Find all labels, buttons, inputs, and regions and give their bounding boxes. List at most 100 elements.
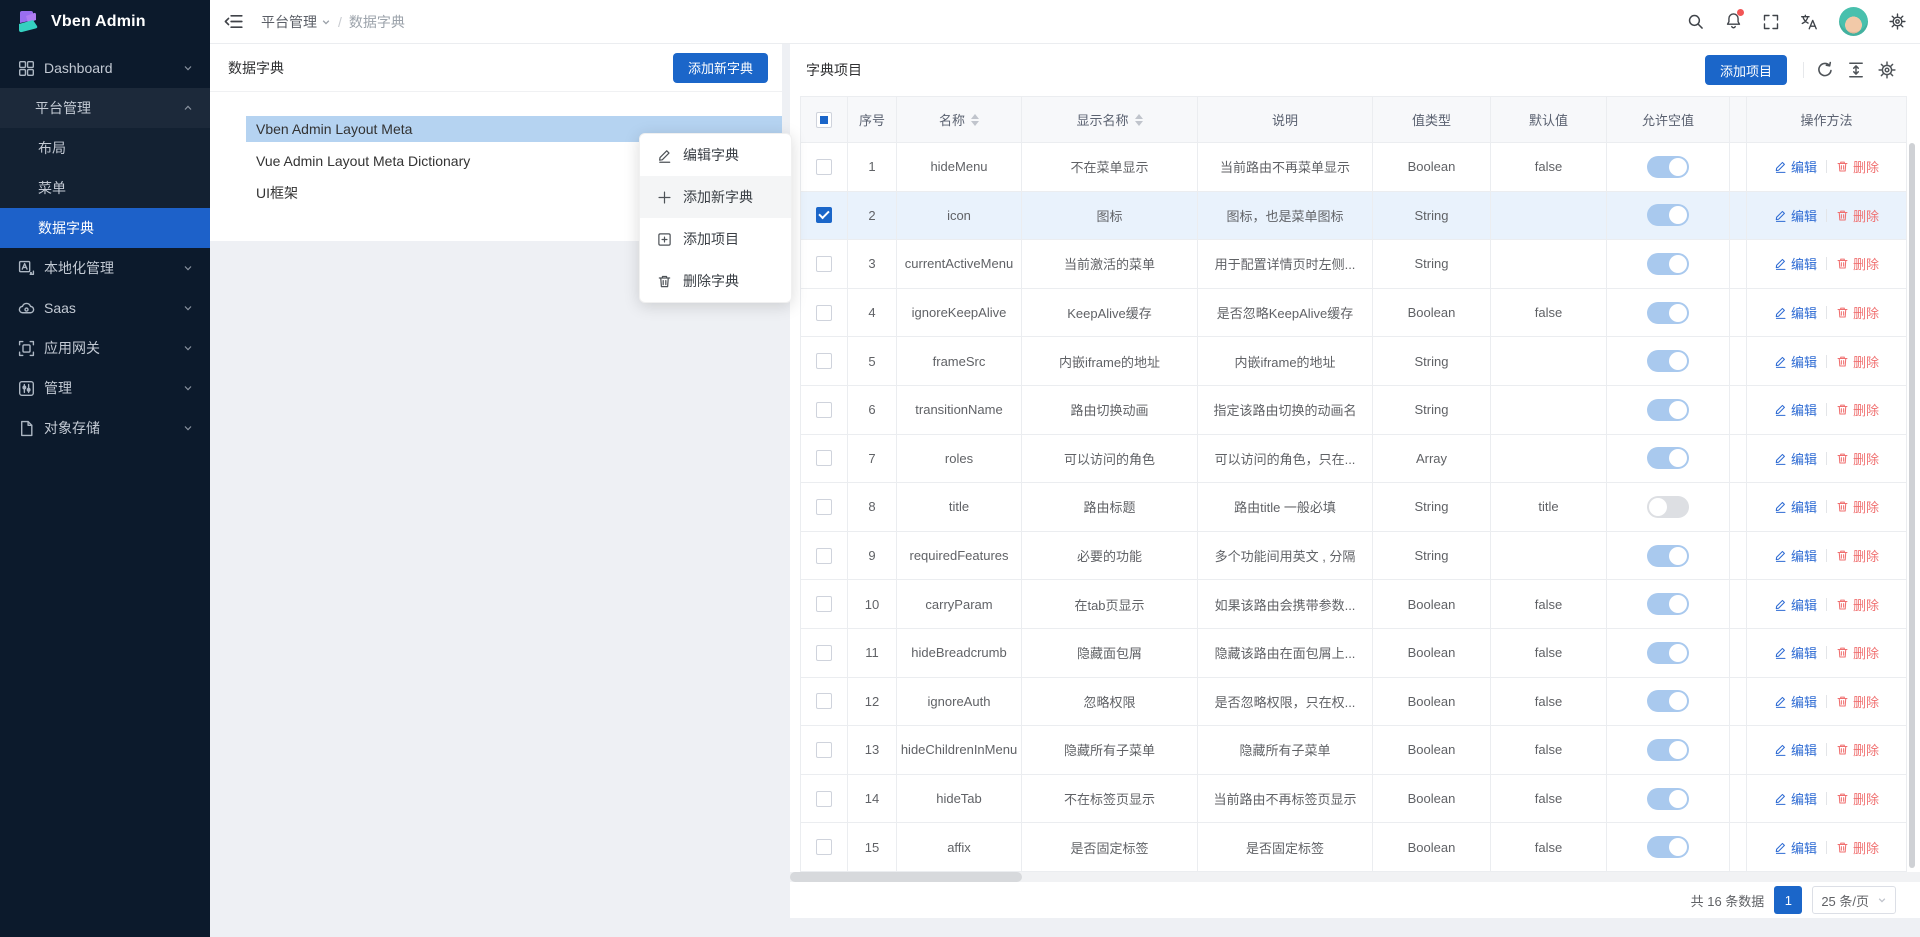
edit-link[interactable]: 编辑 <box>1774 789 1817 808</box>
page-size-select[interactable]: 25 条/页 <box>1812 886 1896 914</box>
delete-link[interactable]: 删除 <box>1836 352 1879 371</box>
edit-link[interactable]: 编辑 <box>1774 400 1817 419</box>
row-height-icon[interactable] <box>1847 61 1865 79</box>
row-checkbox[interactable] <box>816 693 832 709</box>
edit-link[interactable]: 编辑 <box>1774 303 1817 322</box>
row-checkbox[interactable] <box>816 548 832 564</box>
sidebar-item-dashboard[interactable]: Dashboard <box>0 48 210 88</box>
delete-link[interactable]: 删除 <box>1836 692 1879 711</box>
edit-link[interactable]: 编辑 <box>1774 546 1817 565</box>
context-menu-item-label: 删除字典 <box>683 271 739 291</box>
edit-link[interactable]: 编辑 <box>1774 643 1817 662</box>
nullable-toggle[interactable] <box>1647 302 1689 324</box>
refresh-icon[interactable] <box>1816 61 1834 79</box>
nullable-toggle[interactable] <box>1647 350 1689 372</box>
row-checkbox[interactable] <box>816 402 832 418</box>
delete-link[interactable]: 删除 <box>1836 449 1879 468</box>
context-menu-item[interactable]: 添加项目 <box>640 218 791 260</box>
nullable-toggle[interactable] <box>1647 253 1689 275</box>
translate-icon[interactable] <box>1800 13 1818 31</box>
edit-link[interactable]: 编辑 <box>1774 206 1817 225</box>
context-menu-item[interactable]: 编辑字典 <box>640 134 791 176</box>
delete-link[interactable]: 删除 <box>1836 206 1879 225</box>
nullable-toggle[interactable] <box>1647 545 1689 567</box>
edit-link[interactable]: 编辑 <box>1774 352 1817 371</box>
delete-link[interactable]: 删除 <box>1836 789 1879 808</box>
sidebar-item-layout[interactable]: 布局 <box>0 128 210 168</box>
edit-link[interactable]: 编辑 <box>1774 740 1817 759</box>
nullable-toggle[interactable] <box>1647 690 1689 712</box>
user-avatar[interactable] <box>1839 7 1868 36</box>
sidebar-item-data-dictionary[interactable]: 数据字典 <box>0 208 210 248</box>
row-checkbox[interactable] <box>816 645 832 661</box>
header-cell-name[interactable]: 名称 <box>897 97 1022 142</box>
sidebar-item-menu[interactable]: 菜单 <box>0 168 210 208</box>
nullable-toggle[interactable] <box>1647 593 1689 615</box>
breadcrumb-item-platform[interactable]: 平台管理 <box>261 12 331 32</box>
sidebar-item-object-storage[interactable]: 对象存储 <box>0 408 210 448</box>
nullable-toggle[interactable] <box>1647 496 1689 518</box>
nullable-toggle[interactable] <box>1647 204 1689 226</box>
notifications-button[interactable] <box>1725 12 1742 32</box>
row-checkbox[interactable] <box>816 207 832 223</box>
edit-link[interactable]: 编辑 <box>1774 254 1817 273</box>
row-checkbox[interactable] <box>816 256 832 272</box>
sidebar-item-localization[interactable]: 本地化管理 <box>0 248 210 288</box>
context-menu-item[interactable]: 添加新字典 <box>640 176 791 218</box>
row-checkbox[interactable] <box>816 305 832 321</box>
delete-link[interactable]: 删除 <box>1836 400 1879 419</box>
settings-gear-icon[interactable] <box>1889 13 1906 30</box>
edit-link[interactable]: 编辑 <box>1774 157 1817 176</box>
nullable-toggle[interactable] <box>1647 739 1689 761</box>
row-checkbox[interactable] <box>816 596 832 612</box>
edit-link[interactable]: 编辑 <box>1774 838 1817 857</box>
row-checkbox[interactable] <box>816 159 832 175</box>
add-item-button[interactable]: 添加项目 <box>1705 55 1787 85</box>
delete-link[interactable]: 删除 <box>1836 838 1879 857</box>
sidebar-item-management[interactable]: 管理 <box>0 368 210 408</box>
edit-link[interactable]: 编辑 <box>1774 497 1817 516</box>
sidebar-item-saas[interactable]: Saas <box>0 288 210 328</box>
nullable-toggle[interactable] <box>1647 788 1689 810</box>
edit-link[interactable]: 编辑 <box>1774 449 1817 468</box>
pagination-page-1-button[interactable]: 1 <box>1774 886 1802 914</box>
row-checkbox[interactable] <box>816 450 832 466</box>
row-checkbox[interactable] <box>816 742 832 758</box>
sort-icon[interactable] <box>1135 114 1143 126</box>
delete-link[interactable]: 删除 <box>1836 303 1879 322</box>
edit-link[interactable]: 编辑 <box>1774 692 1817 711</box>
delete-link[interactable]: 删除 <box>1836 546 1879 565</box>
add-dictionary-button[interactable]: 添加新字典 <box>673 53 768 83</box>
horizontal-scrollbar[interactable] <box>790 872 1920 882</box>
toggle-knob <box>1669 838 1687 856</box>
search-icon[interactable] <box>1687 13 1704 30</box>
row-checkbox[interactable] <box>816 791 832 807</box>
context-menu-item[interactable]: 删除字典 <box>640 260 791 302</box>
sort-icon[interactable] <box>971 114 979 126</box>
fullscreen-icon[interactable] <box>1763 14 1779 30</box>
nullable-toggle[interactable] <box>1647 642 1689 664</box>
sidebar-item-platform[interactable]: 平台管理 <box>0 88 210 128</box>
nullable-toggle[interactable] <box>1647 836 1689 858</box>
collapse-sidebar-icon[interactable] <box>224 12 243 31</box>
action-separator <box>1826 841 1827 854</box>
row-checkbox[interactable] <box>816 839 832 855</box>
sidebar-item-gateway[interactable]: 应用网关 <box>0 328 210 368</box>
row-checkbox[interactable] <box>816 499 832 515</box>
row-checkbox[interactable] <box>816 353 832 369</box>
horizontal-scrollbar-thumb[interactable] <box>790 872 1022 882</box>
delete-link[interactable]: 删除 <box>1836 595 1879 614</box>
vertical-scrollbar[interactable] <box>1909 143 1915 868</box>
nullable-toggle[interactable] <box>1647 399 1689 421</box>
nullable-toggle[interactable] <box>1647 156 1689 178</box>
delete-link[interactable]: 删除 <box>1836 254 1879 273</box>
nullable-toggle[interactable] <box>1647 447 1689 469</box>
header-cell-display-name[interactable]: 显示名称 <box>1022 97 1198 142</box>
delete-link[interactable]: 删除 <box>1836 740 1879 759</box>
delete-link[interactable]: 删除 <box>1836 497 1879 516</box>
delete-link[interactable]: 删除 <box>1836 157 1879 176</box>
delete-link[interactable]: 删除 <box>1836 643 1879 662</box>
table-settings-gear-icon[interactable] <box>1878 61 1896 79</box>
edit-link[interactable]: 编辑 <box>1774 595 1817 614</box>
select-all-checkbox[interactable] <box>816 112 832 128</box>
